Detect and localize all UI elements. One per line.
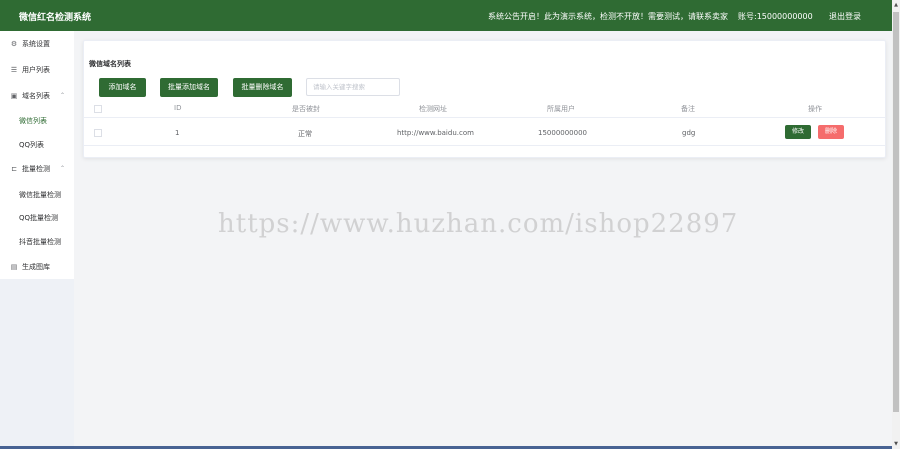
- sidebar-item-label: 用户列表: [22, 66, 50, 74]
- chevron-up-icon: ⌃: [59, 165, 65, 172]
- logout-button[interactable]: 退出登录: [829, 11, 861, 22]
- scrollbar-thumb[interactable]: [893, 12, 899, 412]
- sidebar-item-qq-batch[interactable]: QQ批量检测: [19, 208, 58, 228]
- chevron-up-icon: ⌃: [59, 92, 65, 99]
- sidebar-item-wechat-batch[interactable]: 微信批量检测: [19, 185, 61, 205]
- user-list-icon: ☰: [10, 66, 18, 74]
- scroll-down-arrow-icon[interactable]: ▼: [892, 439, 900, 449]
- app-title: 微信红名检测系统: [19, 13, 92, 23]
- sidebar-item-gallery[interactable]: ▤ 生成图库: [0, 257, 74, 277]
- cell-remark: gdg: [682, 129, 696, 137]
- add-domain-button[interactable]: 添加域名: [99, 78, 146, 97]
- delete-button[interactable]: 删除: [818, 125, 844, 139]
- sidebar-item-qq-list[interactable]: QQ列表: [19, 135, 44, 155]
- select-all-checkbox[interactable]: [94, 105, 102, 113]
- search-input[interactable]: [306, 78, 400, 96]
- sidebar-item-wechat-list[interactable]: 微信列表: [19, 111, 47, 131]
- sidebar-item-system-settings[interactable]: ⚙ 系统设置: [0, 34, 74, 54]
- scroll-up-arrow-icon[interactable]: ▲: [892, 0, 900, 10]
- sidebar-item-label: 系统设置: [22, 40, 50, 48]
- edit-button[interactable]: 修改: [785, 125, 811, 139]
- sidebar-item-batch-check[interactable]: ⊏ 批量检测 ⌃: [0, 159, 74, 179]
- sidebar-item-user-list[interactable]: ☰ 用户列表: [0, 60, 74, 80]
- column-header-status: 是否被封: [292, 105, 320, 113]
- row-checkbox[interactable]: [94, 129, 102, 137]
- cell-id: 1: [175, 129, 180, 137]
- row-divider: [84, 145, 885, 146]
- top-navbar: 微信红名检测系统 系统公告开启！此为演示系统，检测不开放！需要测试，请联系卖家 …: [0, 0, 892, 31]
- system-notice: 系统公告开启！此为演示系统，检测不开放！需要测试，请联系卖家: [488, 12, 728, 21]
- column-header-user: 所属用户: [547, 105, 575, 113]
- domain-list-card: 微信域名列表 添加域名 批量添加域名 批量删除域名 ID 是否被封 检测网址 所…: [83, 40, 886, 158]
- cell-status: 正常: [298, 130, 312, 138]
- cell-url: http://www.baidu.com: [397, 129, 474, 137]
- gear-icon: ⚙: [10, 40, 18, 48]
- column-header-actions: 操作: [808, 105, 822, 113]
- page-title: 微信域名列表: [89, 60, 131, 68]
- image-icon: ▤: [10, 263, 18, 271]
- sidebar-item-domain-list[interactable]: ▣ 域名列表 ⌃: [0, 86, 74, 106]
- domain-icon: ▣: [10, 92, 18, 100]
- sidebar-item-label: 域名列表: [22, 92, 50, 100]
- batch-delete-domain-button[interactable]: 批量删除域名: [233, 78, 292, 97]
- sidebar-item-douyin-batch[interactable]: 抖音批量检测: [19, 232, 61, 252]
- batch-add-domain-button[interactable]: 批量添加域名: [160, 78, 218, 97]
- account-label: 账号:15000000000: [738, 12, 813, 21]
- check-icon: ⊏: [11, 165, 17, 173]
- vertical-scrollbar[interactable]: ▲ ▼: [892, 0, 900, 449]
- cell-user: 15000000000: [538, 129, 587, 137]
- sidebar-item-label: 生成图库: [22, 263, 50, 271]
- sidebar-footer-area: [0, 279, 74, 449]
- column-header-url: 检测网址: [419, 105, 447, 113]
- column-header-remark: 备注: [681, 105, 695, 113]
- watermark-text: https://www.huzhan.com/ishop22897: [218, 209, 739, 239]
- column-header-id: ID: [174, 104, 182, 112]
- sidebar-item-label: 批量检测: [22, 165, 50, 173]
- header-divider: [84, 117, 885, 118]
